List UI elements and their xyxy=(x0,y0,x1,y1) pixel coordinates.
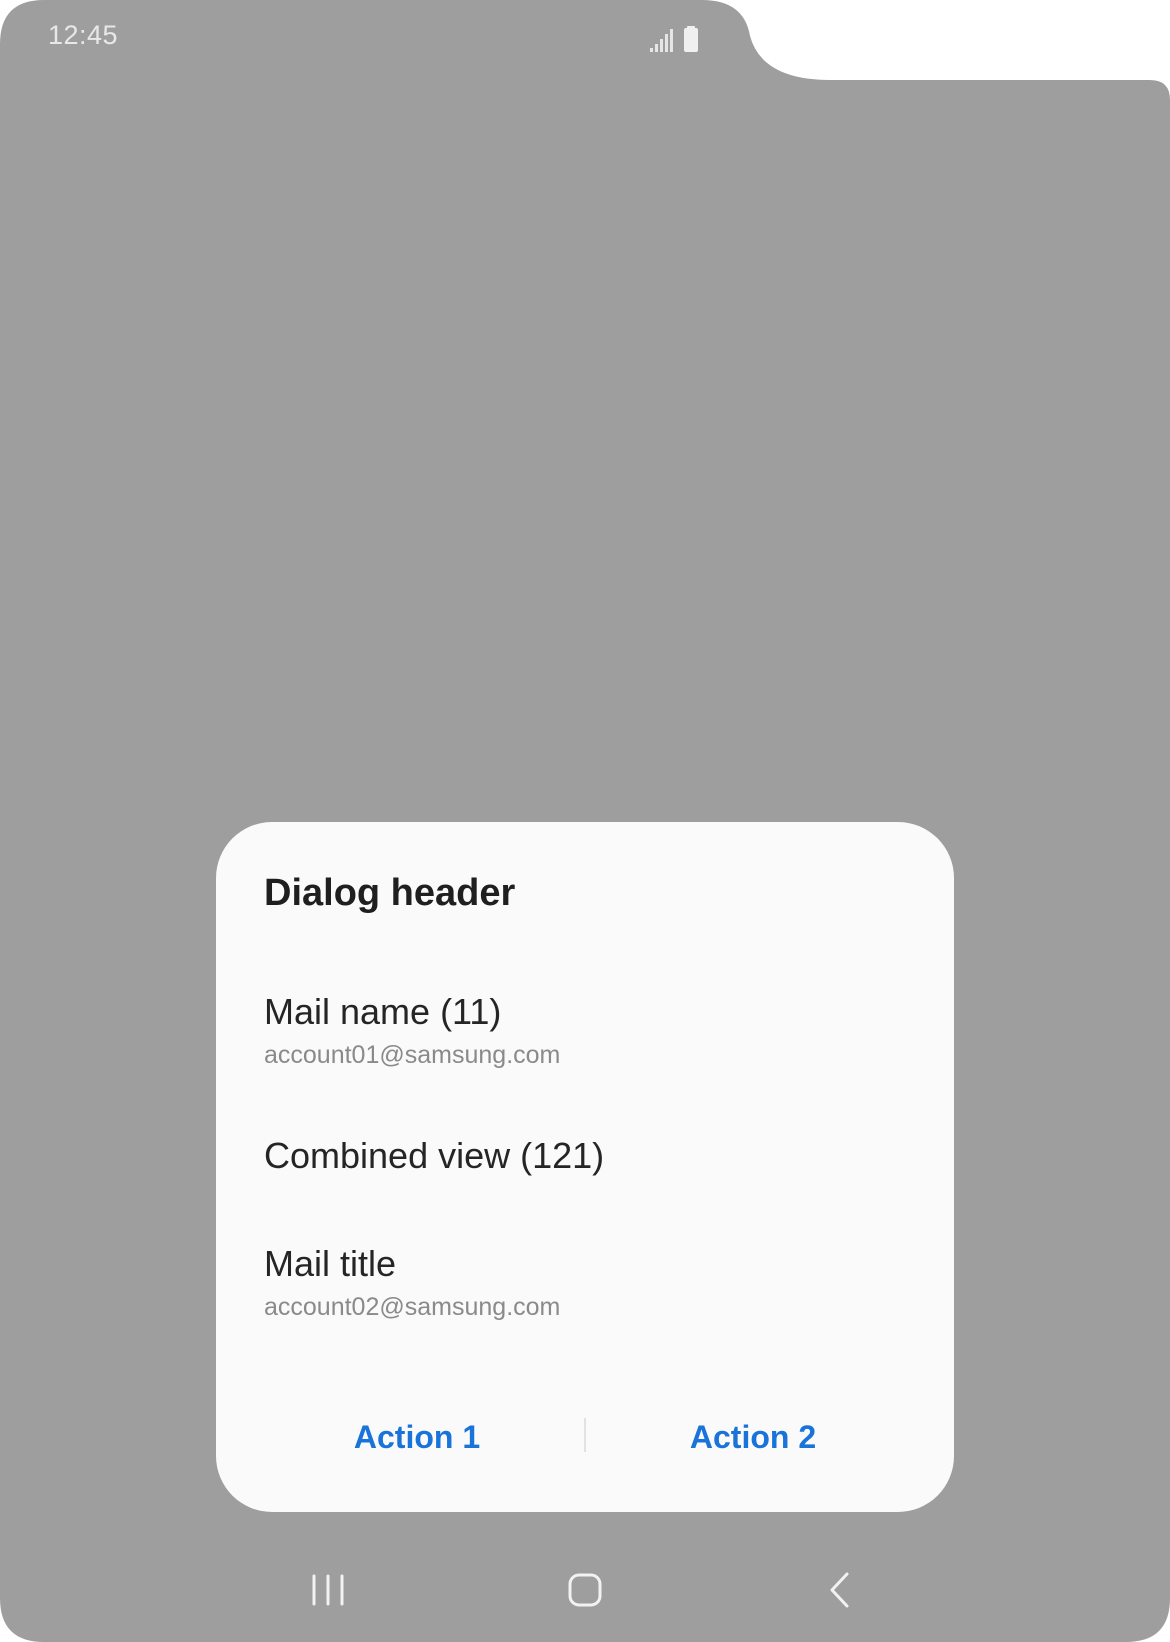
list-item-secondary: account02@samsung.com xyxy=(264,1293,561,1321)
back-icon xyxy=(830,1572,849,1608)
list-item-primary: Mail title xyxy=(264,1243,397,1284)
recents-button[interactable] xyxy=(288,1560,368,1620)
list-item-primary: Mail name (11) xyxy=(264,991,502,1032)
recents-icon xyxy=(312,1574,344,1606)
status-icons xyxy=(650,26,698,52)
dialog-title: Dialog header xyxy=(264,872,516,914)
battery-icon xyxy=(684,26,698,52)
screen: 12:45 Dialog header Mail name (11) accou… xyxy=(0,0,1170,1642)
list-item-secondary: account01@samsung.com xyxy=(264,1041,561,1069)
action-divider xyxy=(584,1418,586,1452)
list-item-mail-title[interactable]: Mail title account02@samsung.com xyxy=(264,1242,906,1324)
list-item-primary: Combined view (121) xyxy=(264,1135,605,1176)
dialog-actions: Action 1 Action 2 xyxy=(216,1402,954,1472)
back-button[interactable] xyxy=(800,1560,880,1620)
action-2-button[interactable]: Action 2 xyxy=(592,1402,914,1472)
status-time: 12:45 xyxy=(48,20,119,50)
home-button[interactable] xyxy=(545,1560,625,1620)
action-1-button[interactable]: Action 1 xyxy=(256,1402,578,1472)
dialog: Dialog header Mail name (11) account01@s… xyxy=(216,822,954,1512)
home-icon xyxy=(568,1573,602,1607)
list-item-combined-view[interactable]: Combined view (121) xyxy=(264,1134,906,1178)
signal-icon xyxy=(650,29,673,52)
list-item-mail-name[interactable]: Mail name (11) account01@samsung.com xyxy=(264,990,906,1072)
